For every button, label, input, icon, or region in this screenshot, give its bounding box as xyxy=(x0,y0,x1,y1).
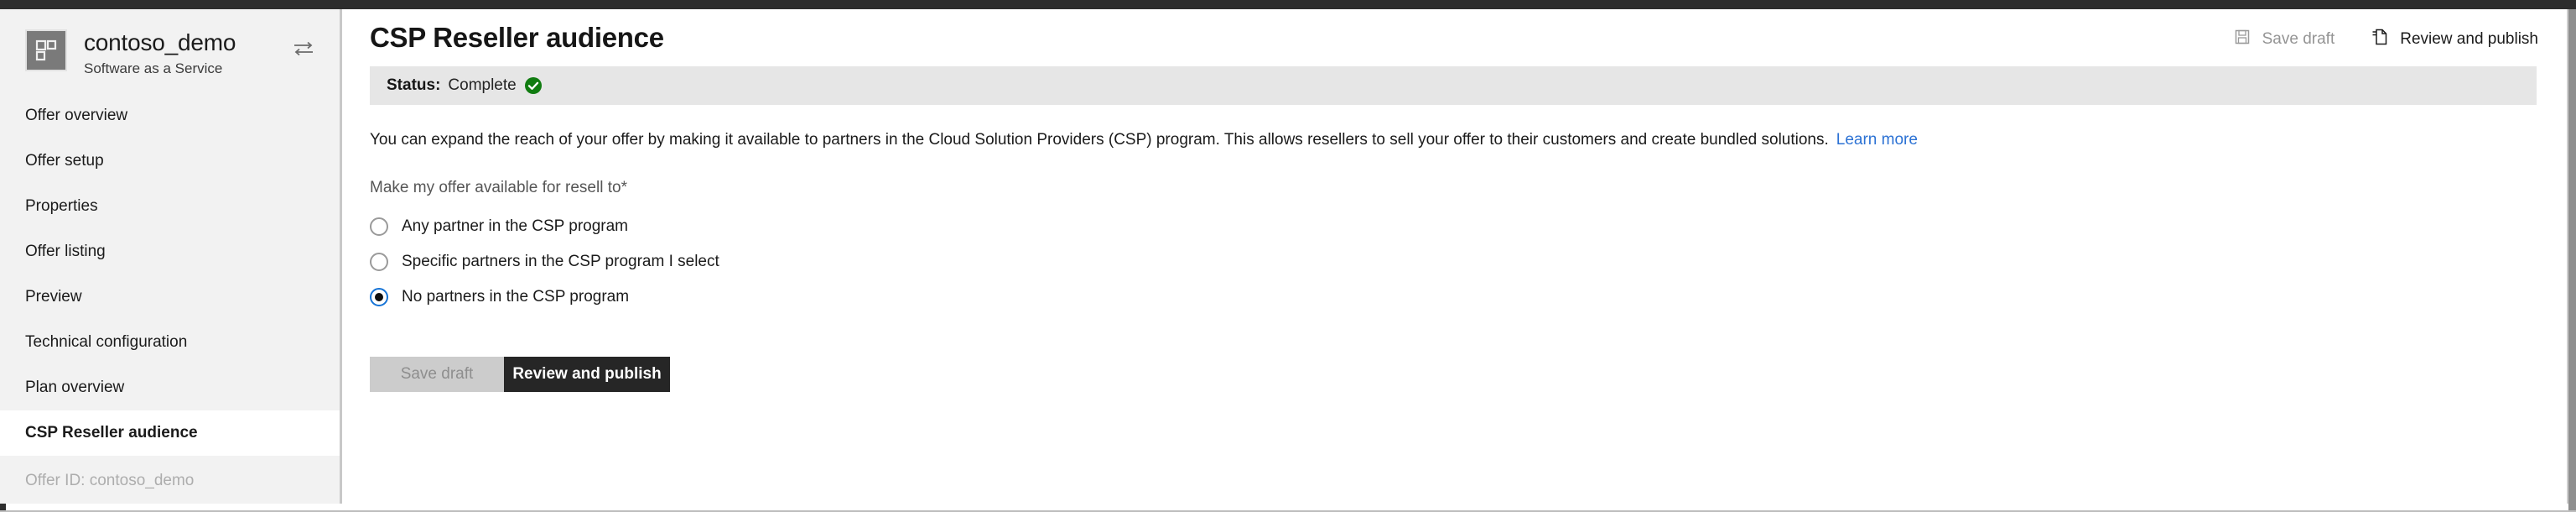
radio-option-label: No partners in the CSP program xyxy=(402,288,630,306)
sidebar-item-label: Properties xyxy=(25,197,98,215)
sidebar-item-label: Plan overview xyxy=(25,379,125,396)
publish-page-icon xyxy=(2371,28,2388,51)
status-label: Status: xyxy=(387,76,441,94)
radio-icon-selected xyxy=(370,288,388,306)
switch-offer-icon[interactable] xyxy=(293,39,314,58)
resell-field-label: Make my offer available for resell to* xyxy=(370,179,2542,197)
sidebar-item-label: CSP Reseller audience xyxy=(25,424,198,441)
intro-paragraph: You can expand the reach of your offer b… xyxy=(370,129,2542,151)
offer-id-text: Offer ID: contoso_demo xyxy=(25,472,195,489)
status-value: Complete xyxy=(448,76,517,94)
grid-squares-icon xyxy=(25,29,67,71)
save-disk-icon xyxy=(2234,29,2251,50)
vertical-scrollbar[interactable] xyxy=(2568,9,2576,512)
sidebar-item-technical-configuration[interactable]: Technical configuration xyxy=(0,320,340,365)
offer-meta: contoso_demo Software as a Service xyxy=(84,28,236,79)
sidebar-item-offer-setup[interactable]: Offer setup xyxy=(0,138,340,184)
sidebar-item-label: Offer setup xyxy=(25,152,104,170)
intro-text: You can expand the reach of your offer b… xyxy=(370,131,1829,149)
header-review-publish-label: Review and publish xyxy=(2400,30,2538,48)
sidebar-item-properties[interactable]: Properties xyxy=(0,184,340,229)
sidebar-item-csp-reseller-audience[interactable]: CSP Reseller audience xyxy=(0,410,340,456)
header-save-draft-label: Save draft xyxy=(2262,30,2335,48)
learn-more-link[interactable]: Learn more xyxy=(1836,131,1918,149)
resell-field-label-text: Make my offer available for resell to xyxy=(370,179,621,196)
sidebar-item-preview[interactable]: Preview xyxy=(0,274,340,320)
sidebar-item-plan-overview[interactable]: Plan overview xyxy=(0,365,340,410)
page-title: CSP Reseller audience xyxy=(370,22,664,53)
sidebar-nav: Offer overview Offer setup Properties Of… xyxy=(0,93,340,456)
header-save-draft-button[interactable]: Save draft xyxy=(2234,29,2335,50)
required-marker: * xyxy=(621,179,627,196)
radio-option-specific-partners[interactable]: Specific partners in the CSP program I s… xyxy=(370,244,2542,280)
window-chrome-bar xyxy=(0,0,2576,9)
footer-actions: Save draft Review and publish xyxy=(370,357,2542,392)
radio-option-any-partner[interactable]: Any partner in the CSP program xyxy=(370,209,2542,244)
app-root: contoso_demo Software as a Service Offer… xyxy=(0,0,2576,512)
sidebar-item-offer-overview[interactable]: Offer overview xyxy=(0,93,340,138)
green-check-circle-icon xyxy=(524,76,543,95)
header-review-publish-button[interactable]: Review and publish xyxy=(2371,28,2538,51)
radio-option-label: Any partner in the CSP program xyxy=(402,217,629,235)
main-content: CSP Reseller audience Save draft Review … xyxy=(345,9,2568,504)
save-draft-button[interactable]: Save draft xyxy=(370,357,504,392)
sidebar-item-label: Preview xyxy=(25,288,82,306)
radio-option-label: Specific partners in the CSP program I s… xyxy=(402,253,719,270)
review-and-publish-button[interactable]: Review and publish xyxy=(504,357,670,392)
offer-header: contoso_demo Software as a Service xyxy=(0,9,340,90)
page-header: CSP Reseller audience Save draft Review … xyxy=(345,9,2567,66)
resell-audience-radio-group: Any partner in the CSP program Specific … xyxy=(370,209,2542,315)
sidebar-item-offer-listing[interactable]: Offer listing xyxy=(0,229,340,274)
radio-icon xyxy=(370,217,388,236)
offer-name: contoso_demo xyxy=(84,29,236,55)
sidebar-item-label: Offer listing xyxy=(25,243,106,260)
radio-option-no-partners[interactable]: No partners in the CSP program xyxy=(370,280,2542,315)
status-badge: Status: Complete xyxy=(370,66,2537,105)
sidebar-item-label: Offer overview xyxy=(25,107,128,124)
form-body: You can expand the reach of your offer b… xyxy=(345,129,2567,392)
offer-type: Software as a Service xyxy=(84,60,223,76)
sidebar-item-label: Technical configuration xyxy=(25,333,188,351)
radio-icon xyxy=(370,253,388,271)
sidebar: contoso_demo Software as a Service Offer… xyxy=(0,9,342,504)
header-actions: Save draft Review and publish xyxy=(2234,28,2538,51)
